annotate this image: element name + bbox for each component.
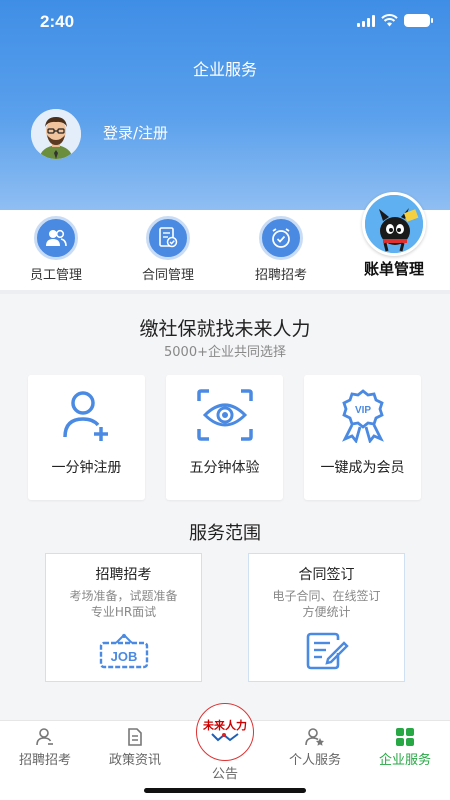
func-label: 账单管理 [363,260,424,278]
services-title: 服务范围 [189,523,261,544]
func-bill-management[interactable]: 账单管理 [344,192,444,279]
tab-label: 个人服务 [288,753,341,768]
users-icon [34,216,78,260]
person-star-icon [305,728,324,746]
svg-text:VIP: VIP [354,405,370,416]
service-desc-line: 电子合同、在线签订 [272,589,381,603]
tab-label: 企业服务 [378,753,431,768]
status-time: 2:40 [40,12,75,31]
feature-label: 一分钟注册 [51,460,122,476]
tab-enterprise-service[interactable]: 企业服务 [360,727,450,768]
tab-announcement[interactable]: 未来人力 公告 [180,703,270,782]
feature-label: 一键成为会员 [320,460,405,476]
service-desc-line: 方便统计 [302,605,351,619]
brand-logo-mark [211,733,239,742]
document-edit-icon [306,632,349,670]
func-label: 员工管理 [29,268,82,283]
add-user-icon [62,391,108,441]
tab-policy-news[interactable]: 政策资讯 [90,727,180,768]
feature-label: 五分钟体验 [189,460,260,476]
func-employee-management[interactable]: 员工管理 [6,216,106,283]
func-recruitment[interactable]: 招聘招考 [231,216,331,283]
header: 2:40 企业服务 登录/注册 [0,0,450,210]
service-desc: 考场准备，试题准备 专业HR面试 [46,588,201,620]
page-title: 企业服务 [192,60,257,79]
promo-slogan: 缴社保就找未来人力 [139,318,311,340]
signal-icon [357,14,375,27]
svg-text:JOB: JOB [110,649,137,664]
status-bar: 2:40 [0,0,450,44]
brand-logo: 未来人力 [196,703,254,761]
grid-icon [396,728,414,746]
clock-icon [259,216,303,260]
news-icon [128,728,142,746]
tab-personal-service[interactable]: 个人服务 [270,727,360,768]
feature-card-register[interactable]: 一分钟注册 [28,375,145,500]
section-divider [0,290,450,294]
mascot-badge-icon [362,192,426,256]
function-bar: 员工管理 合同管理 招聘招考 账单管理 [0,192,450,290]
login-register-link[interactable]: 登录/注册 [103,122,168,143]
battery-icon [404,14,433,27]
tab-recruitment[interactable]: 招聘招考 [0,727,90,768]
home-indicator [144,788,306,793]
brand-logo-text: 未来人力 [203,719,247,732]
service-desc-line: 专业HR面试 [90,605,157,619]
service-title: 招聘招考 [95,567,152,583]
eye-scan-icon [196,389,253,441]
feature-card-vip[interactable]: VIP 一键成为会员 [304,375,421,500]
service-desc-line: 考场准备，试题准备 [69,589,178,603]
tab-label: 招聘招考 [18,753,71,768]
status-icons [357,14,433,27]
avatar[interactable] [31,109,81,159]
tab-label: 公告 [211,767,238,782]
tab-label: 政策资讯 [108,753,161,768]
user-avatar-icon [31,109,81,159]
func-label: 招聘招考 [254,268,307,283]
func-contract-management[interactable]: 合同管理 [118,216,218,283]
feature-card-trial[interactable]: 五分钟体验 [166,375,283,500]
service-card-contract[interactable]: 合同签订 电子合同、在线签订 方便统计 [248,553,405,682]
service-title: 合同签订 [298,567,355,583]
service-desc: 电子合同、在线签订 方便统计 [249,588,404,620]
contract-icon [146,216,190,260]
promo-subtitle: 5000+企业共同选择 [164,345,286,360]
service-card-recruitment[interactable]: 招聘招考 考场准备，试题准备 专业HR面试 JOB [45,553,202,682]
wifi-icon [381,14,398,27]
func-label: 合同管理 [141,268,194,283]
person-icon [36,728,53,746]
vip-badge-icon: VIP [341,389,384,444]
job-sign-icon: JOB [99,633,148,669]
